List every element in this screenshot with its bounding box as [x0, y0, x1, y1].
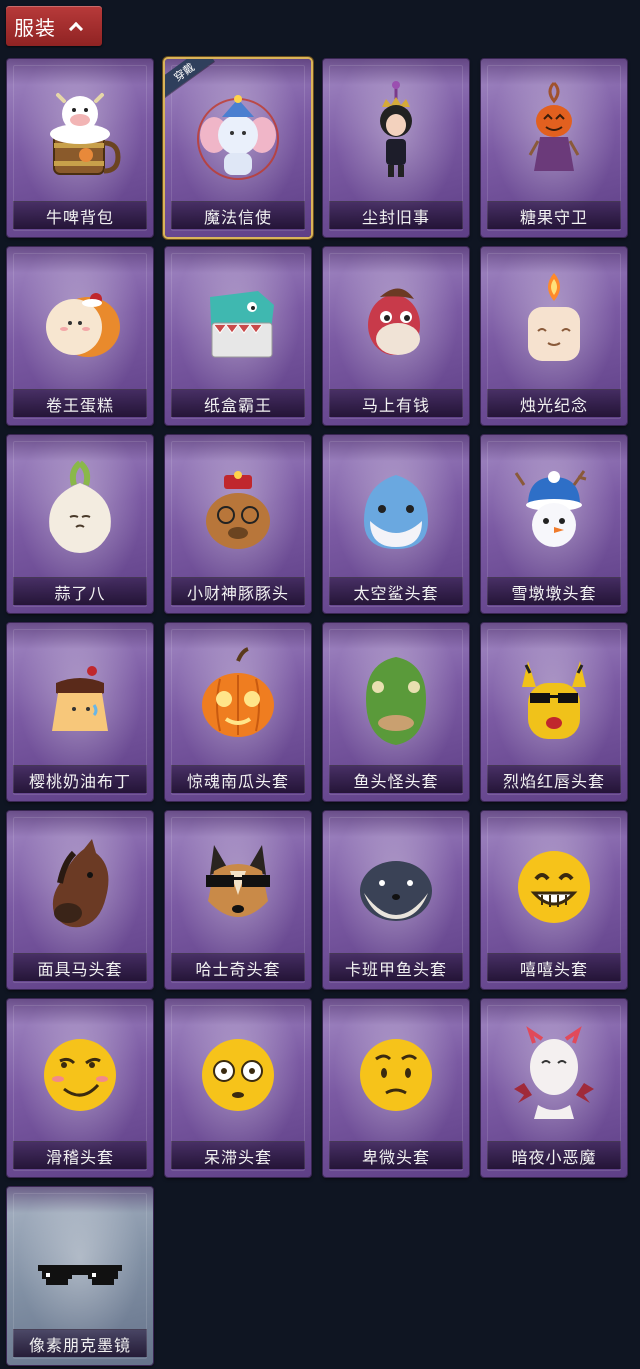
costume-label: 糖果守卫 — [487, 201, 621, 229]
costume-label: 嘻嘻头套 — [487, 953, 621, 981]
cherry-pudding-icon — [34, 643, 126, 755]
costume-card[interactable]: 滑稽头套 — [7, 999, 153, 1177]
costume-card[interactable]: 嘻嘻头套 — [481, 811, 627, 989]
costume-card[interactable]: 雪墩墩头套 — [481, 435, 627, 613]
costume-label: 烈焰红唇头套 — [487, 765, 621, 793]
cardboard-dino-icon — [192, 267, 284, 379]
costume-card[interactable]: 蒜了八 — [7, 435, 153, 613]
costume-label: 鱼头怪头套 — [329, 765, 463, 793]
cow-beer-backpack-icon — [34, 79, 126, 191]
pleading-emoji-head-icon — [350, 1019, 442, 1131]
roll-cake-icon — [34, 267, 126, 379]
costume-label: 太空鲨头套 — [329, 577, 463, 605]
costume-label: 呆滞头套 — [171, 1141, 305, 1169]
husky-sunglasses-icon — [192, 831, 284, 943]
space-shark-head-icon — [350, 455, 442, 567]
costume-card[interactable]: 像素朋克墨镜 — [7, 1187, 153, 1365]
costume-card[interactable]: 烛光纪念 — [481, 247, 627, 425]
costume-label: 滑稽头套 — [13, 1141, 147, 1169]
magic-elephant-messenger-icon — [192, 79, 284, 191]
costume-card[interactable]: 小财神豚豚头 — [165, 435, 311, 613]
costume-label: 魔法信使 — [171, 201, 305, 229]
costume-card[interactable]: 卡班甲鱼头套 — [323, 811, 469, 989]
horse-mask-icon — [34, 831, 126, 943]
costume-card[interactable]: 穿戴 魔法信使 — [165, 59, 311, 237]
seal-head-icon — [350, 831, 442, 943]
costume-label: 纸盒霸王 — [171, 389, 305, 417]
costume-card[interactable]: 尘封旧事 — [323, 59, 469, 237]
costume-card[interactable]: 鱼头怪头套 — [323, 623, 469, 801]
costume-card[interactable]: 马上有钱 — [323, 247, 469, 425]
costume-card[interactable]: 纸盒霸王 — [165, 247, 311, 425]
costume-card[interactable]: 卷王蛋糕 — [7, 247, 153, 425]
capybara-fortune-god-icon — [192, 455, 284, 567]
pumpkin-scarecrow-charm-icon — [508, 79, 600, 191]
fish-head-mask-icon — [350, 643, 442, 755]
costume-card[interactable]: 卑微头套 — [323, 999, 469, 1177]
crowned-doll-charm-icon — [350, 79, 442, 191]
costume-label: 像素朋克墨镜 — [13, 1329, 147, 1357]
costume-card[interactable]: 哈士奇头套 — [165, 811, 311, 989]
costume-card[interactable]: 呆滞头套 — [165, 999, 311, 1177]
costume-section-toggle[interactable]: 服装 — [6, 6, 102, 46]
chevron-up-icon — [68, 19, 82, 33]
garlic-head-icon — [34, 455, 126, 567]
costume-card[interactable]: 烈焰红唇头套 — [481, 623, 627, 801]
pumpkin-head-icon — [192, 643, 284, 755]
snowman-head-icon — [508, 455, 600, 567]
smirk-emoji-head-icon — [34, 1019, 126, 1131]
little-devil-head-icon — [508, 1019, 600, 1131]
costume-label: 马上有钱 — [329, 389, 463, 417]
candle-head-icon — [508, 267, 600, 379]
costume-label: 雪墩墩头套 — [487, 577, 621, 605]
costume-label: 尘封旧事 — [329, 201, 463, 229]
costume-label: 暗夜小恶魔 — [487, 1141, 621, 1169]
costume-label: 蒜了八 — [13, 577, 147, 605]
grinning-emoji-head-icon — [508, 831, 600, 943]
costume-label: 烛光纪念 — [487, 389, 621, 417]
costume-card[interactable]: 牛啤背包 — [7, 59, 153, 237]
costume-card[interactable]: 太空鲨头套 — [323, 435, 469, 613]
costume-label: 牛啤背包 — [13, 201, 147, 229]
dazed-emoji-head-icon — [192, 1019, 284, 1131]
costume-card[interactable]: 糖果守卫 — [481, 59, 627, 237]
red-horse-head-icon — [350, 267, 442, 379]
yellow-mask-sunglasses-icon — [508, 643, 600, 755]
costume-label: 卡班甲鱼头套 — [329, 953, 463, 981]
costume-card[interactable]: 面具马头套 — [7, 811, 153, 989]
costume-label: 惊魂南瓜头套 — [171, 765, 305, 793]
pixel-sunglasses-icon — [34, 1207, 126, 1319]
section-title: 服装 — [14, 15, 56, 40]
costume-card[interactable]: 惊魂南瓜头套 — [165, 623, 311, 801]
costume-label: 樱桃奶油布丁 — [13, 765, 147, 793]
costume-label: 小财神豚豚头 — [171, 577, 305, 605]
costume-label: 卷王蛋糕 — [13, 389, 147, 417]
costume-card[interactable]: 暗夜小恶魔 — [481, 999, 627, 1177]
costume-label: 哈士奇头套 — [171, 953, 305, 981]
costume-label: 卑微头套 — [329, 1141, 463, 1169]
costume-card[interactable]: 樱桃奶油布丁 — [7, 623, 153, 801]
costume-label: 面具马头套 — [13, 953, 147, 981]
